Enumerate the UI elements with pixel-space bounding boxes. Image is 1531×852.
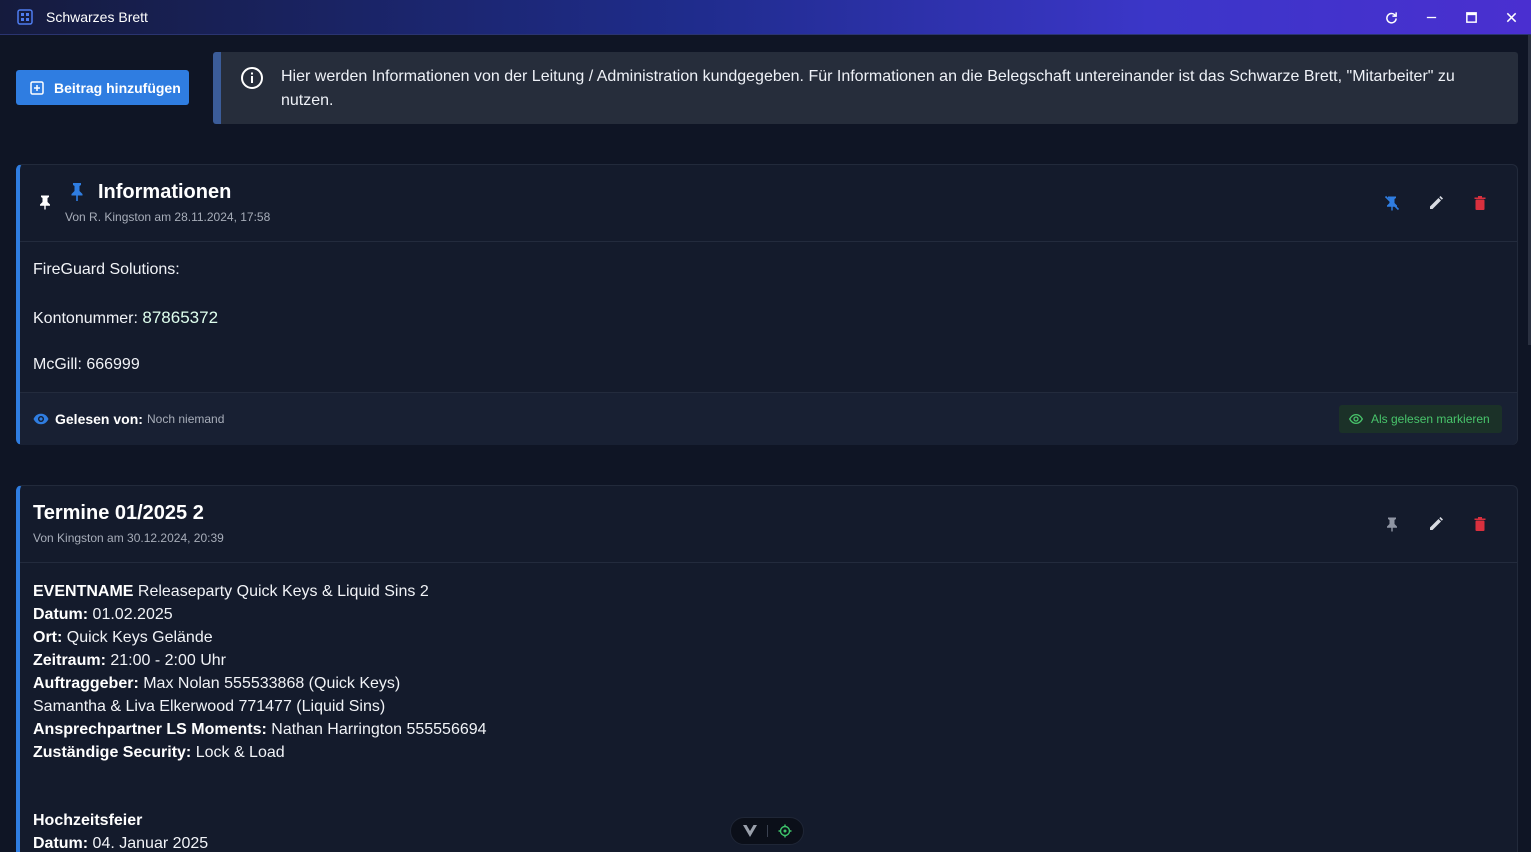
info-banner: Hier werden Informationen von der Leitun… xyxy=(213,52,1518,124)
vue-devtools-button[interactable] xyxy=(743,825,757,837)
post-meta: Von Kingston am 30.12.2024, 20:39 xyxy=(33,531,224,545)
pinned-icon xyxy=(69,182,85,202)
refresh-button[interactable] xyxy=(1371,0,1411,35)
minimize-icon xyxy=(1426,16,1436,19)
close-button[interactable] xyxy=(1491,0,1531,35)
trash-icon xyxy=(1474,517,1486,531)
read-by-value: Noch niemand xyxy=(147,412,225,426)
info-banner-text: Hier werden Informationen von der Leitun… xyxy=(281,68,1455,109)
pencil-icon xyxy=(1430,196,1443,209)
pin-icon xyxy=(1387,517,1397,532)
close-icon xyxy=(1506,12,1516,23)
eye-outline-icon xyxy=(1349,412,1363,426)
unpin-button[interactable] xyxy=(1384,195,1400,211)
post-line: Samantha & Liva Elkerwood 771477 (Liquid… xyxy=(33,698,386,715)
mark-read-button[interactable]: Als gelesen markieren xyxy=(1339,405,1502,433)
window-title: Schwarzes Brett xyxy=(46,9,148,25)
account-label: Kontonummer: xyxy=(33,310,143,327)
account-number[interactable]: 87865372 xyxy=(142,308,218,327)
post-line: Zuständige Security: Lock & Load xyxy=(33,744,285,761)
grid-app-icon xyxy=(17,9,33,25)
mark-read-label: Als gelesen markieren xyxy=(1371,412,1490,426)
post-title: Termine 01/2025 2 xyxy=(33,502,204,524)
edit-button[interactable] xyxy=(1428,195,1444,211)
eye-icon xyxy=(33,411,49,427)
post-line: Ort: Quick Keys Gelände xyxy=(33,629,213,646)
post-line: Ansprechpartner LS Moments: Nathan Harri… xyxy=(33,721,487,738)
post-body: FireGuard Solutions: Kontonummer: 878653… xyxy=(33,258,218,376)
maximize-icon xyxy=(1465,12,1477,23)
inspect-button[interactable] xyxy=(778,824,792,838)
post-line: McGill: 666999 xyxy=(33,356,140,373)
post-header: Informationen Von R. Kingston am 28.11.2… xyxy=(20,165,1517,242)
post-footer: Gelesen von: Noch niemand Als gelesen ma… xyxy=(20,392,1517,445)
post-line: Datum: 04. Januar 2025 xyxy=(33,835,209,852)
post-line: Hochzeitsfeier xyxy=(33,812,143,829)
pin-off-icon xyxy=(1384,195,1400,211)
refresh-icon xyxy=(1385,12,1397,24)
read-by-label: Gelesen von: xyxy=(55,411,143,427)
post-card: Informationen Von R. Kingston am 28.11.2… xyxy=(16,164,1518,445)
add-post-button[interactable]: Beitrag hinzufügen xyxy=(16,70,189,105)
floating-toolbar xyxy=(730,817,804,845)
post-header: Termine 01/2025 2 Von Kingston am 30.12.… xyxy=(20,486,1517,563)
post-line: Kontonummer: 87865372 xyxy=(33,306,218,330)
post-body: EVENTNAME Releaseparty Quick Keys & Liqu… xyxy=(33,580,487,852)
post-line: Datum: 01.02.2025 xyxy=(33,606,173,623)
post-meta: Von R. Kingston am 28.11.2024, 17:58 xyxy=(65,210,271,224)
divider xyxy=(767,825,768,837)
pin-icon xyxy=(37,194,53,210)
minimize-button[interactable] xyxy=(1411,0,1451,35)
pencil-icon xyxy=(1430,517,1443,530)
edit-button[interactable] xyxy=(1428,516,1444,532)
plus-box-icon xyxy=(30,80,44,95)
pin-button[interactable] xyxy=(1384,516,1400,532)
maximize-button[interactable] xyxy=(1451,0,1491,35)
post-title: Informationen xyxy=(98,181,232,203)
trash-icon xyxy=(1474,196,1486,210)
post-line: Zeitraum: 21:00 - 2:00 Uhr xyxy=(33,652,226,669)
info-icon xyxy=(240,66,264,90)
window-controls xyxy=(1371,0,1531,35)
window-titlebar: Schwarzes Brett xyxy=(0,0,1531,35)
post-line: Auftraggeber: Max Nolan 555533868 (Quick… xyxy=(33,675,401,692)
target-icon xyxy=(778,824,792,838)
delete-button[interactable] xyxy=(1472,516,1488,532)
post-line: EVENTNAME Releaseparty Quick Keys & Liqu… xyxy=(33,583,429,600)
vue-logo-icon xyxy=(743,825,757,837)
add-post-label: Beitrag hinzufügen xyxy=(54,79,181,96)
post-card: Termine 01/2025 2 Von Kingston am 30.12.… xyxy=(16,485,1518,852)
post-line: FireGuard Solutions: xyxy=(33,261,180,278)
delete-button[interactable] xyxy=(1472,195,1488,211)
